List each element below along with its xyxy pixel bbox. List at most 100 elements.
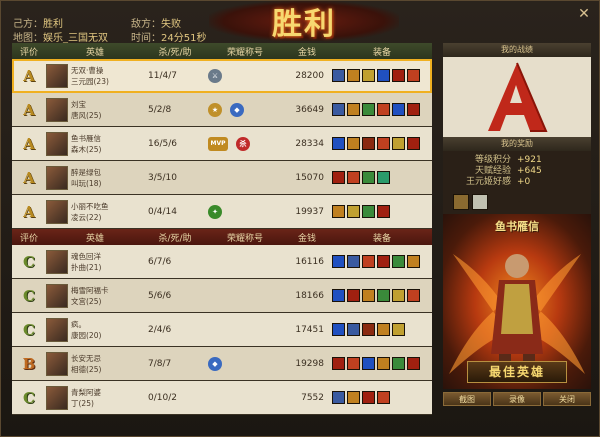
title-cell: ◆ — [202, 356, 282, 371]
table-row[interactable]: A 小丽不吃鱼 凌云(22) 0/4/14 ✦ 19937 — [12, 195, 432, 229]
scoreboard-table: 评价 英雄 杀/死/助 荣耀称号 金钱 装备 A 无双·曹操 三元园(23) 11/4… — [12, 43, 432, 415]
equipment-icon[interactable] — [377, 323, 390, 336]
equipment-icon[interactable] — [332, 205, 345, 218]
table-row[interactable]: B 长安无忌 相德(25) 7/8/7 ◆ 19298 — [12, 347, 432, 381]
table-row[interactable]: A 醉是绿包 叫玩(18) 3/5/10 15070 — [12, 161, 432, 195]
hero-avatar[interactable] — [46, 165, 68, 190]
equipment-icon[interactable] — [377, 69, 390, 82]
red-badge-icon[interactable]: 杀 — [236, 136, 250, 151]
equipment-icon[interactable] — [347, 357, 360, 370]
blue-badge-icon[interactable]: ◆ — [208, 356, 222, 371]
table-row[interactable]: C 魂色回洋 扑曲(21) 6/7/6 16116 — [12, 245, 432, 279]
reward-item-icon[interactable] — [472, 194, 488, 210]
table-row[interactable]: A 刘宝 唐风(25) 5/2/8 ★ ◆ 36649 — [12, 93, 432, 127]
win-team-rows: A 无双·曹操 三元园(23) 11/4/7 ⚔ 28200 A 刘宝 唐风(25) 5/2/8 ★… — [12, 59, 432, 229]
table-row[interactable]: C 梅雪阿福卡 文宫(25) 5/6/6 18166 — [12, 279, 432, 313]
equipment-icon[interactable] — [332, 391, 345, 404]
record-title: 我的战绩 — [443, 43, 591, 57]
equipment-icon[interactable] — [362, 391, 375, 404]
equipment-icon[interactable] — [332, 289, 345, 302]
equip-cell — [332, 357, 432, 370]
close-button[interactable]: 关闭 — [543, 392, 591, 406]
hero-avatar[interactable] — [46, 351, 68, 376]
green-badge-icon[interactable]: ✦ — [208, 204, 222, 219]
equipment-icon[interactable] — [332, 103, 345, 116]
equipment-icon[interactable] — [407, 289, 420, 302]
sword-badge-icon[interactable]: ⚔ — [208, 68, 222, 83]
equipment-icon[interactable] — [362, 137, 375, 150]
table-row[interactable]: A 鱼书雁信 森木(25) 16/5/6 MVP 杀 28334 — [12, 127, 432, 161]
hero-avatar[interactable] — [46, 283, 68, 308]
equipment-icon[interactable] — [392, 255, 405, 268]
equipment-icon[interactable] — [407, 103, 420, 116]
equipment-icon[interactable] — [407, 137, 420, 150]
reward-stats: 等级积分 +921 天赋经验 +645 王元姬好感 +0 — [443, 151, 591, 192]
table-row[interactable]: C 疯。 康园(20) 2/4/6 17451 — [12, 313, 432, 347]
equipment-icon[interactable] — [407, 69, 420, 82]
equipment-icon[interactable] — [362, 205, 375, 218]
player-name: 疯。 — [71, 319, 86, 329]
equipment-icon[interactable] — [347, 171, 360, 184]
equipment-icon[interactable] — [347, 255, 360, 268]
equipment-icon[interactable] — [347, 205, 360, 218]
hero-avatar[interactable] — [46, 249, 68, 274]
equipment-icon[interactable] — [332, 171, 345, 184]
hero-avatar[interactable] — [46, 63, 68, 88]
title-cell: ★ ◆ — [202, 102, 282, 117]
table-row[interactable]: A 无双·曹操 三元园(23) 11/4/7 ⚔ 28200 — [12, 59, 432, 93]
close-icon[interactable]: ✕ — [577, 7, 591, 21]
equipment-icon[interactable] — [377, 103, 390, 116]
hero-avatar[interactable] — [46, 97, 68, 122]
table-row[interactable]: C 青梨阿婆 丁(25) 0/10/2 7552 — [12, 381, 432, 415]
equipment-icon[interactable] — [377, 171, 390, 184]
equipment-icon[interactable] — [392, 357, 405, 370]
hero-avatar[interactable] — [46, 199, 68, 224]
equipment-icon[interactable] — [362, 323, 375, 336]
equipment-icon[interactable] — [347, 323, 360, 336]
hero-name: 康园(20) — [71, 330, 102, 340]
equipment-icon[interactable] — [347, 137, 360, 150]
reward-item-icon[interactable] — [453, 194, 469, 210]
equipment-icon[interactable] — [362, 171, 375, 184]
hero-avatar[interactable] — [46, 317, 68, 342]
equipment-icon[interactable] — [347, 289, 360, 302]
equipment-icon[interactable] — [377, 137, 390, 150]
blue-badge-icon[interactable]: ◆ — [230, 102, 244, 117]
equip-cell — [332, 323, 432, 336]
equipment-icon[interactable] — [347, 69, 360, 82]
equipment-icon[interactable] — [407, 255, 420, 268]
equipment-icon[interactable] — [332, 69, 345, 82]
equipment-icon[interactable] — [362, 357, 375, 370]
equipment-icon[interactable] — [377, 289, 390, 302]
equipment-icon[interactable] — [332, 255, 345, 268]
gold-badge-icon[interactable]: ★ — [208, 102, 222, 117]
hero-names: 醉是绿包 叫玩(18) — [71, 167, 101, 189]
equipment-icon[interactable] — [392, 289, 405, 302]
col-title: 荣耀称号 — [226, 47, 263, 58]
equipment-icon[interactable] — [362, 103, 375, 116]
equipment-icon[interactable] — [362, 255, 375, 268]
equipment-icon[interactable] — [377, 205, 390, 218]
equipment-icon[interactable] — [392, 323, 405, 336]
rank-grade: C — [23, 252, 35, 271]
equipment-icon[interactable] — [332, 357, 345, 370]
replay-button[interactable]: 录像 — [493, 392, 541, 406]
equipment-icon[interactable] — [332, 137, 345, 150]
equipment-icon[interactable] — [377, 255, 390, 268]
mvp-badge-icon[interactable]: MVP — [208, 136, 228, 151]
equipment-icon[interactable] — [377, 391, 390, 404]
equipment-icon[interactable] — [392, 69, 405, 82]
equipment-icon[interactable] — [407, 357, 420, 370]
hero-avatar[interactable] — [46, 131, 68, 156]
equipment-icon[interactable] — [347, 391, 360, 404]
hero-names: 魂色回洋 扑曲(21) — [71, 251, 101, 273]
equipment-icon[interactable] — [377, 357, 390, 370]
equipment-icon[interactable] — [347, 103, 360, 116]
equipment-icon[interactable] — [362, 289, 375, 302]
equipment-icon[interactable] — [392, 137, 405, 150]
equipment-icon[interactable] — [332, 323, 345, 336]
equipment-icon[interactable] — [392, 103, 405, 116]
hero-avatar[interactable] — [46, 385, 68, 410]
screenshot-button[interactable]: 截图 — [443, 392, 491, 406]
equipment-icon[interactable] — [362, 69, 375, 82]
